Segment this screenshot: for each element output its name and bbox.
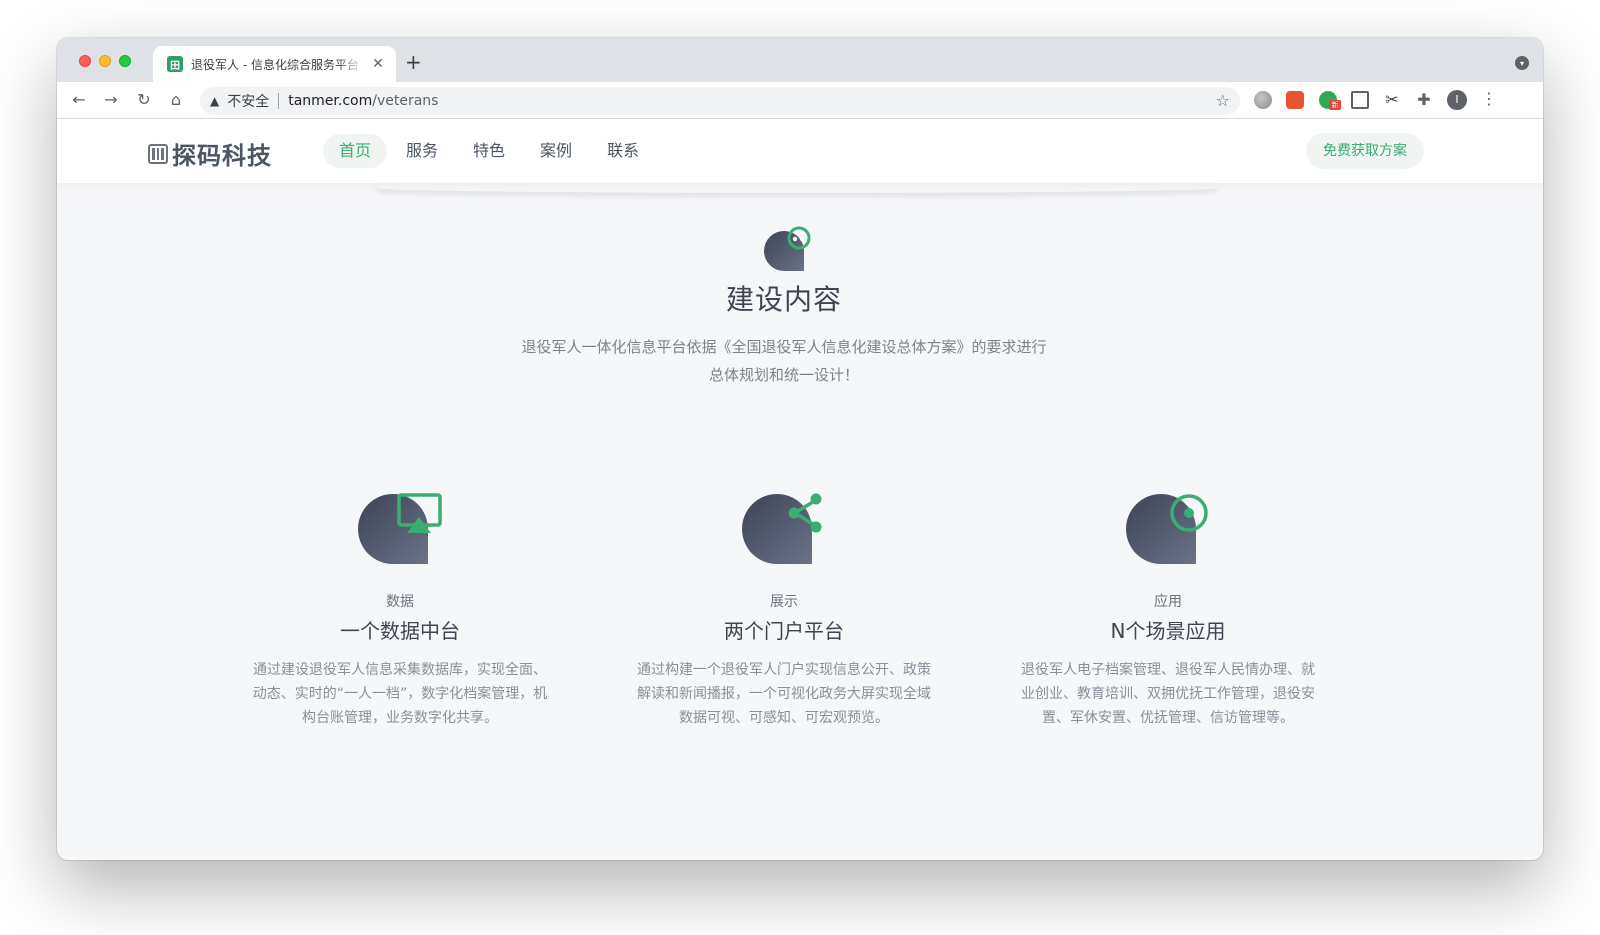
- construction-section: 建设内容 退役军人一体化信息平台依据《全国退役军人信息化建设总体方案》的要求进行…: [57, 183, 1543, 833]
- globe-icon[interactable]: [1254, 91, 1272, 109]
- omnibox-divider: [278, 93, 280, 109]
- tab-search-icon[interactable]: ▾: [1515, 56, 1529, 70]
- feature-title: 两个门户平台: [724, 619, 844, 643]
- security-label[interactable]: 不安全: [227, 91, 269, 111]
- feature-card-application: 应用 N个场景应用 退役军人电子档案管理、退役军人民情办理、就业创业、教育培训、…: [1008, 491, 1328, 730]
- chat-bubble-icon: [764, 226, 811, 271]
- favicon-icon: 田: [167, 56, 183, 72]
- url-path[interactable]: /veterans: [372, 93, 438, 109]
- feature-tag: 展示: [770, 594, 798, 610]
- feature-description: 通过建设退役军人信息采集数据库，实现全面、动态、实时的“一人一档”，数字化档案管…: [252, 662, 548, 726]
- tab-strip: 田 退役军人 - 信息化综合服务平台 | ✕ + ▾: [57, 38, 1543, 82]
- feature-title: N个场景应用: [1110, 619, 1226, 643]
- section-title: 建设内容: [725, 283, 842, 316]
- share-icon: [742, 493, 822, 564]
- extension-badge: 新: [1329, 100, 1341, 110]
- nav-item-features[interactable]: 特色: [457, 134, 521, 168]
- puzzle-icon[interactable]: ✚: [1415, 91, 1433, 109]
- feature-tag: 应用: [1154, 594, 1182, 610]
- browser-tab[interactable]: 田 退役军人 - 信息化综合服务平台 | ✕: [153, 46, 396, 82]
- nav-item-contact[interactable]: 联系: [591, 134, 655, 168]
- main-nav: 首页 服务 特色 案例 联系: [323, 134, 658, 168]
- logo-icon: [148, 143, 168, 164]
- reload-icon[interactable]: ↻: [134, 90, 154, 110]
- site-header: 探码科技 首页 服务 特色 案例 联系 免费获取方案: [57, 119, 1543, 183]
- logo-text: 探码科技: [172, 142, 272, 170]
- browser-toolbar: ← → ↻ ⌂ ▲ 不安全 tanmer.com/veterans ☆ 新 ✂ …: [57, 82, 1543, 119]
- minimize-window-button[interactable]: [99, 55, 111, 67]
- new-tab-button[interactable]: +: [405, 51, 422, 73]
- scissors-icon[interactable]: ✂: [1383, 91, 1401, 109]
- back-icon[interactable]: ←: [69, 90, 89, 110]
- feature-card-display: 展示 两个门户平台 通过构建一个退役军人门户实现信息公开、政策解读和新闻播报，一…: [624, 491, 944, 730]
- feature-description: 退役军人电子档案管理、退役军人民情办理、就业创业、教育培训、双拥优抚工作管理，退…: [1021, 662, 1315, 726]
- screen-cast-icon: [358, 493, 442, 564]
- nav-item-services[interactable]: 服务: [390, 134, 454, 168]
- address-bar[interactable]: ▲ 不安全 tanmer.com/veterans ☆: [200, 87, 1240, 115]
- browser-window: 田 退役军人 - 信息化综合服务平台 | ✕ + ▾ ← → ↻ ⌂ ▲ 不安全…: [57, 38, 1543, 860]
- site-logo[interactable]: 探码科技: [148, 136, 272, 171]
- feature-description: 通过构建一个退役军人门户实现信息公开、政策解读和新闻播报，一个可视化政务大屏实现…: [637, 662, 931, 726]
- feature-title: 一个数据中台: [340, 619, 460, 643]
- target-icon: [1126, 494, 1208, 564]
- nav-item-home[interactable]: 首页: [323, 134, 388, 168]
- book-icon[interactable]: [1286, 91, 1304, 109]
- close-window-button[interactable]: [79, 55, 91, 67]
- home-icon[interactable]: ⌂: [166, 90, 186, 110]
- nav-item-cases[interactable]: 案例: [524, 134, 588, 168]
- warning-icon[interactable]: ▲: [210, 94, 219, 108]
- star-icon[interactable]: ☆: [1216, 91, 1230, 110]
- section-description: 退役军人一体化信息平台依据《全国退役军人信息化建设总体方案》的要求进行总体规划和…: [521, 338, 1047, 384]
- screenshot-icon[interactable]: [1351, 91, 1369, 109]
- forward-icon[interactable]: →: [101, 90, 121, 110]
- feature-tag: 数据: [386, 594, 414, 610]
- feature-card-data: 数据 一个数据中台 通过建设退役军人信息采集数据库，实现全面、动态、实时的“一人…: [240, 491, 560, 730]
- more-icon[interactable]: ⋮: [1481, 89, 1497, 108]
- tab-title: 退役军人 - 信息化综合服务平台 |: [191, 57, 364, 72]
- avatar[interactable]: I: [1447, 90, 1467, 110]
- close-tab-icon[interactable]: ✕: [370, 56, 386, 72]
- maximize-window-button[interactable]: [119, 55, 131, 67]
- free-plan-button[interactable]: 免费获取方案: [1306, 133, 1424, 169]
- url-host[interactable]: tanmer.com: [288, 93, 372, 109]
